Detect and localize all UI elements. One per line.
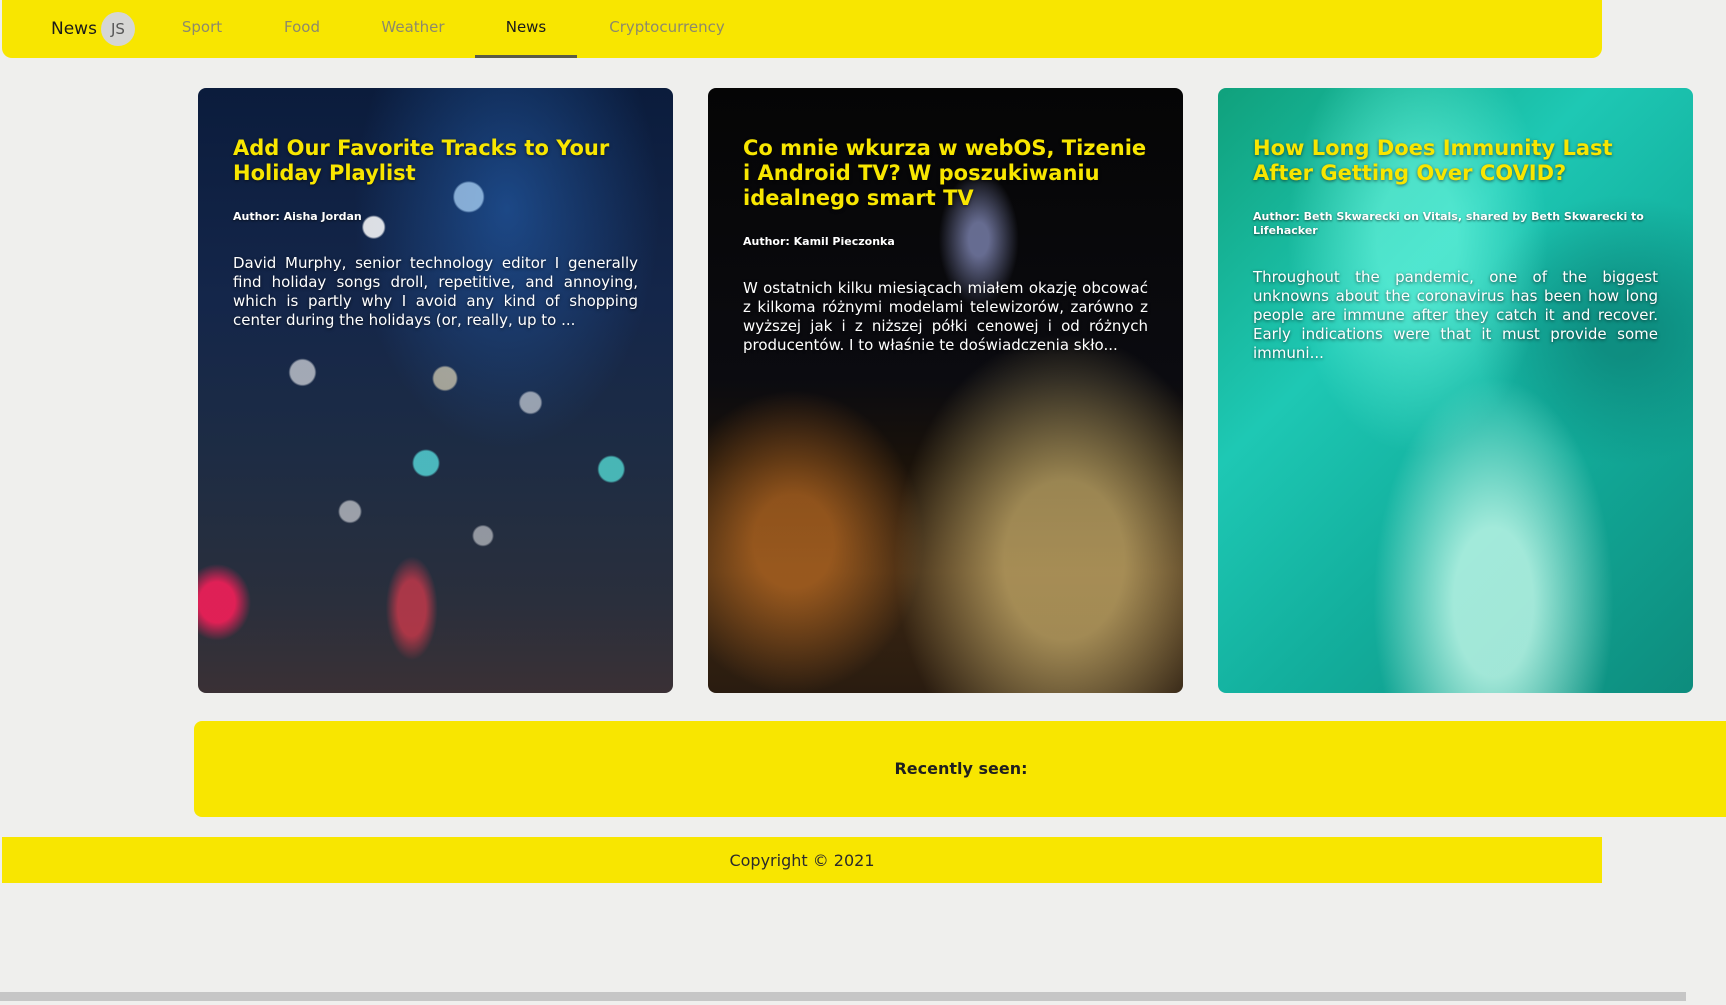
article-description: W ostatnich kilku miesiącach miałem okaz… — [743, 279, 1148, 354]
footer: Copyright © 2021 — [2, 837, 1602, 883]
article-description: David Murphy, senior technology editor I… — [233, 254, 638, 329]
horizontal-scrollbar[interactable] — [0, 992, 1686, 1001]
tab-weather[interactable]: Weather — [368, 0, 458, 54]
tab-cryptocurrency[interactable]: Cryptocurrency — [602, 0, 732, 54]
card-body: Co mnie wkurza w webOS, Tizenie i Androi… — [743, 136, 1148, 370]
card-body: How Long Does Immunity Last After Gettin… — [1253, 136, 1658, 378]
tab-sport[interactable]: Sport — [164, 0, 240, 54]
article-title[interactable]: Co mnie wkurza w webOS, Tizenie i Androi… — [743, 136, 1148, 211]
article-title[interactable]: How Long Does Immunity Last After Gettin… — [1253, 136, 1658, 186]
news-card[interactable]: Add Our Favorite Tracks to Your Holiday … — [198, 88, 673, 693]
brand-text: News — [51, 19, 97, 39]
brand-logo[interactable]: News JS — [51, 10, 135, 48]
recently-seen-title: Recently seen: — [894, 759, 1028, 778]
tab-food[interactable]: Food — [264, 0, 340, 54]
article-description: Throughout the pandemic, one of the bigg… — [1253, 268, 1658, 362]
news-card[interactable]: Co mnie wkurza w webOS, Tizenie i Androi… — [708, 88, 1183, 693]
article-author: Author: Aisha Jordan — [233, 210, 362, 223]
news-card[interactable]: How Long Does Immunity Last After Gettin… — [1218, 88, 1693, 693]
article-author: Author: Beth Skwarecki on Vitals, shared… — [1253, 210, 1644, 237]
copyright-text: Copyright © 2021 — [729, 851, 875, 870]
recently-seen-panel: Recently seen: — [194, 721, 1726, 817]
tab-news[interactable]: News — [475, 0, 577, 58]
article-title[interactable]: Add Our Favorite Tracks to Your Holiday … — [233, 136, 638, 186]
brand-badge: JS — [100, 12, 135, 46]
article-author: Author: Kamil Pieczonka — [743, 235, 895, 248]
top-navbar: News JS Sport Food Weather News Cryptocu… — [2, 0, 1602, 58]
card-body: Add Our Favorite Tracks to Your Holiday … — [233, 136, 638, 345]
